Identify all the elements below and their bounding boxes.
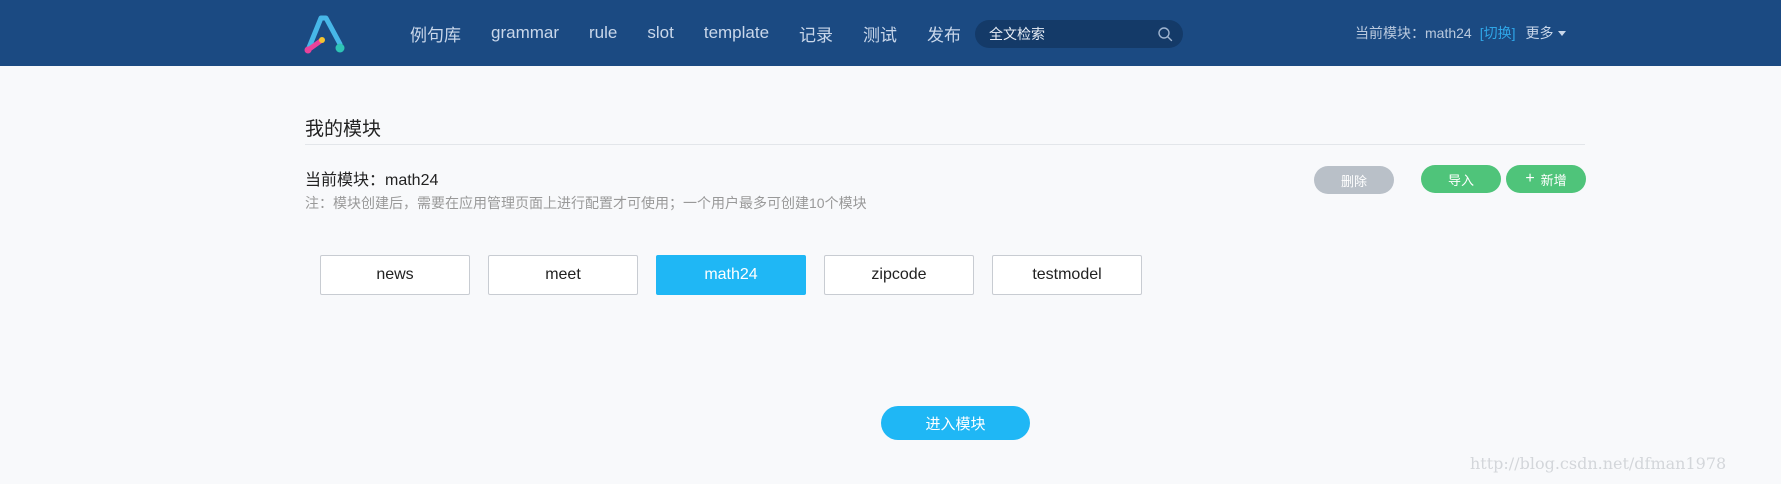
search-icon[interactable] bbox=[1157, 26, 1173, 42]
current-module-label: 当前模块：math24 bbox=[305, 172, 439, 189]
switch-module-link[interactable]: [切换] bbox=[1480, 23, 1516, 43]
module-card-zipcode[interactable]: zipcode bbox=[824, 255, 974, 295]
add-module-button[interactable]: + 新增 bbox=[1506, 165, 1586, 193]
plus-icon: + bbox=[1525, 170, 1535, 187]
module-card-meet[interactable]: meet bbox=[488, 255, 638, 295]
nav-item-records[interactable]: 记录 bbox=[799, 21, 833, 46]
module-note: 注：模块创建后，需要在应用管理页面上进行配置才可使用；一个用户最多可创建10个模… bbox=[305, 195, 867, 211]
app-logo-icon[interactable] bbox=[300, 14, 348, 54]
search-input[interactable] bbox=[987, 25, 1151, 43]
module-list: news meet math24 zipcode testmodel bbox=[320, 255, 1160, 295]
add-label: 新增 bbox=[1540, 172, 1567, 188]
page-title: 我的模块 bbox=[305, 119, 382, 140]
watermark: http://blog.csdn.net/dfman1978 bbox=[1470, 454, 1727, 473]
top-navbar: 例句库 grammar rule slot template 记录 测试 发布 … bbox=[0, 0, 1781, 66]
module-card-news[interactable]: news bbox=[320, 255, 470, 295]
more-label: 更多 bbox=[1525, 25, 1554, 41]
module-card-testmodel[interactable]: testmodel bbox=[992, 255, 1142, 295]
search-box bbox=[975, 20, 1183, 48]
nav-item-grammar[interactable]: grammar bbox=[491, 23, 559, 43]
module-card-math24[interactable]: math24 bbox=[656, 255, 806, 295]
delete-button[interactable]: 删除 bbox=[1314, 166, 1394, 194]
nav-item-slot[interactable]: slot bbox=[647, 23, 673, 43]
main-nav: 例句库 grammar rule slot template 记录 测试 发布 bbox=[410, 0, 991, 66]
import-button[interactable]: 导入 bbox=[1421, 165, 1501, 193]
nav-item-examples[interactable]: 例句库 bbox=[410, 21, 461, 46]
nav-item-test[interactable]: 测试 bbox=[863, 21, 897, 46]
title-divider bbox=[305, 144, 1585, 145]
header-module-label: 当前模块：math24 bbox=[1355, 25, 1472, 41]
nav-item-publish[interactable]: 发布 bbox=[927, 21, 961, 46]
nav-item-rule[interactable]: rule bbox=[589, 23, 617, 43]
enter-module-button[interactable]: 进入模块 bbox=[881, 406, 1030, 440]
chevron-down-icon bbox=[1558, 30, 1567, 36]
nav-item-template[interactable]: template bbox=[704, 23, 769, 43]
header-current-module: 当前模块：math24 [切换] 更多 bbox=[1355, 0, 1567, 66]
more-menu[interactable]: 更多 bbox=[1525, 23, 1567, 43]
